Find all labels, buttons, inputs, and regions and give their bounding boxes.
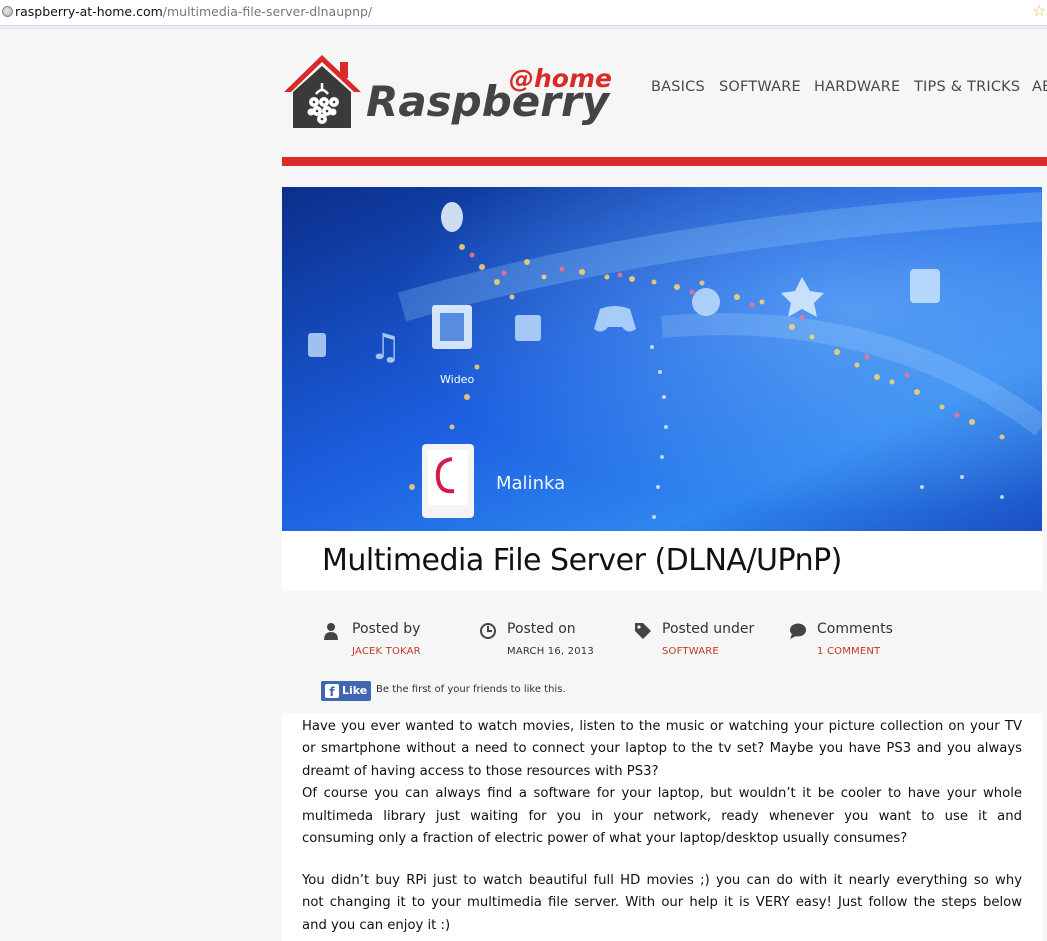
text-line: and you can enjoy it :) bbox=[302, 917, 451, 933]
nav-tips-tricks[interactable]: TIPS & TRICKS bbox=[914, 79, 1020, 95]
house-raspberry-logo-icon: @home Raspberry bbox=[284, 55, 612, 128]
svg-text:Wideo: Wideo bbox=[440, 373, 474, 386]
meta-label: Posted on bbox=[507, 621, 576, 637]
svg-text:Raspberry: Raspberry bbox=[366, 77, 611, 126]
svg-text:Malinka: Malinka bbox=[496, 473, 565, 494]
comments-link[interactable]: 1 COMMENT bbox=[817, 646, 880, 657]
text-line: You didn’t buy RPi just to watch beautif… bbox=[302, 873, 1022, 888]
nav-hardware[interactable]: HARDWARE bbox=[814, 79, 900, 95]
post-date: MARCH 16, 2013 bbox=[507, 646, 594, 657]
text-line: multimeda library just waiting for you i… bbox=[302, 808, 1022, 824]
featured-image: ♫ Wideo Malinka bbox=[282, 187, 1042, 531]
svg-text:♫: ♫ bbox=[369, 327, 401, 368]
text-line: Have you ever wanted to watch movies, li… bbox=[302, 719, 1022, 734]
like-label: Like bbox=[342, 684, 368, 697]
person-icon bbox=[324, 623, 338, 640]
post-title: Multimedia File Server (DLNA/UPnP) bbox=[322, 543, 842, 578]
meta-label: Posted under bbox=[662, 621, 755, 637]
bookmark-star-icon[interactable]: ☆ bbox=[1032, 2, 1046, 20]
globe-icon bbox=[2, 6, 13, 17]
tag-icon bbox=[635, 623, 651, 639]
nav-software[interactable]: SOFTWARE bbox=[719, 79, 801, 95]
text-line: dreamt of having access to those resourc… bbox=[302, 763, 659, 779]
clock-icon bbox=[480, 623, 496, 639]
facebook-icon: f bbox=[325, 684, 339, 699]
text-line: Of course you can always find a software… bbox=[302, 786, 1022, 802]
browser-address-bar[interactable]: raspberry-at-home.com/multimedia-file-se… bbox=[0, 0, 1047, 26]
paragraph-intro: Have you ever wanted to watch movies, li… bbox=[302, 716, 1022, 850]
author-link[interactable]: JACEK TOKAR bbox=[352, 646, 421, 657]
post-title-box: Multimedia File Server (DLNA/UPnP) bbox=[282, 531, 1042, 591]
post-content: Have you ever wanted to watch movies, li… bbox=[282, 713, 1042, 941]
meta-label: Comments bbox=[817, 621, 893, 637]
like-social-text: Be the first of your friends to like thi… bbox=[376, 684, 566, 695]
nav-basics[interactable]: BASICS bbox=[651, 79, 705, 95]
meta-label: Posted by bbox=[352, 621, 421, 637]
address-url[interactable]: raspberry-at-home.com/multimedia-file-se… bbox=[15, 4, 372, 20]
category-link[interactable]: SOFTWARE bbox=[662, 646, 719, 657]
header-accent-bar bbox=[282, 157, 1047, 166]
site-logo[interactable]: @home Raspberry bbox=[281, 52, 626, 132]
nav-about[interactable]: AB bbox=[1032, 79, 1047, 95]
speech-bubble-icon bbox=[790, 623, 806, 639]
text-line: or smartphone without a need to connect … bbox=[302, 741, 1022, 757]
text-line: not changing it to your multimedia file … bbox=[302, 895, 1022, 911]
text-line: consuming only a fraction of electric po… bbox=[302, 831, 908, 847]
paragraph-second: You didn’t buy RPi just to watch beautif… bbox=[302, 870, 1022, 937]
toolbar-divider bbox=[0, 27, 1047, 29]
facebook-like-button[interactable]: f Like bbox=[321, 681, 371, 701]
